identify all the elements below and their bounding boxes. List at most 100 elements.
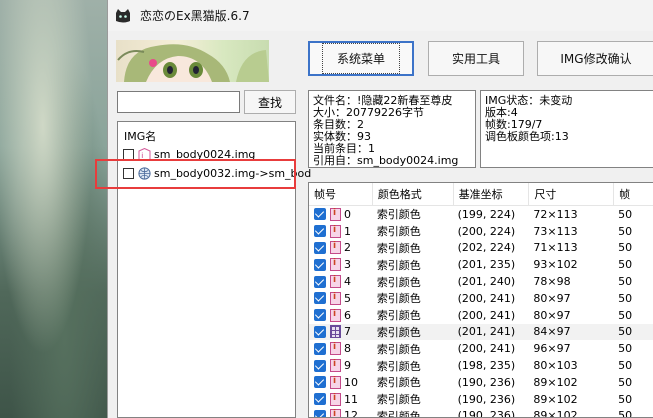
window-title: 恋恋のEx黑猫版.6.7 [140, 9, 250, 23]
table-row[interactable]: 3 索引颜色 (201, 235) 93×102 50 [309, 256, 653, 273]
format-cell: 索引颜色 [376, 225, 421, 239]
size-cell: 89×102 [533, 409, 578, 418]
format-cell: 索引颜色 [376, 208, 421, 222]
format-cell: 索引颜色 [376, 325, 421, 339]
extra-cell: 50 [618, 224, 633, 238]
link-globe-icon [138, 166, 151, 180]
frame-cell: 11 [309, 392, 373, 406]
img-confirm-button[interactable]: IMG修改确认 [537, 41, 653, 76]
table-row[interactable]: 1 索引颜色 (200, 224) 73×113 50 [309, 223, 653, 240]
size-cell: 89×102 [533, 392, 578, 406]
table-row[interactable]: 8 索引颜色 (200, 241) 96×97 50 [309, 340, 653, 357]
frame-index: 2 [344, 241, 351, 255]
system-menu-button[interactable]: 系统菜单 [308, 41, 414, 76]
frame-cell: 5 [309, 291, 373, 305]
coord-cell: (200, 224) [457, 224, 516, 238]
coord-cell: (190, 236) [457, 392, 516, 406]
table-header: 帧号 颜色格式 基准坐标 尺寸 帧 [309, 183, 653, 206]
frame-index: 1 [344, 224, 351, 238]
extra-cell: 50 [618, 258, 633, 272]
tools-button[interactable]: 实用工具 [428, 41, 524, 76]
table-row[interactable]: 9 索引颜色 (198, 235) 80×103 50 [309, 357, 653, 374]
frame-index: 11 [344, 392, 358, 406]
pink-badge-icon: i [138, 147, 151, 161]
table-row[interactable]: 6 索引颜色 (200, 241) 80×97 50 [309, 307, 653, 324]
search-input[interactable] [117, 91, 240, 113]
column-header-extra[interactable]: 帧 [614, 183, 653, 205]
format-cell: 索引颜色 [376, 275, 421, 289]
coord-cell: (190, 236) [457, 375, 516, 389]
table-row[interactable]: 4 索引颜色 (201, 240) 78×98 50 [309, 273, 653, 290]
row-checkbox[interactable] [314, 393, 326, 406]
img-list-panel[interactable]: IMG名 i sm_body0024.img sm_body0032.img->… [117, 121, 311, 418]
format-cell: 索引颜色 [376, 393, 421, 407]
format-cell: 索引颜色 [376, 359, 421, 373]
extra-cell: 50 [618, 409, 633, 418]
row-checkbox[interactable] [314, 325, 326, 338]
frame-table[interactable]: 帧号 颜色格式 基准坐标 尺寸 帧 0 索引颜色 (199, 224) 72×113 5… [308, 182, 653, 418]
row-checkbox[interactable] [314, 258, 326, 271]
extra-cell: 50 [618, 325, 633, 339]
row-checkbox[interactable] [314, 342, 326, 355]
index-icon [330, 359, 341, 373]
table-row[interactable]: 12 索引颜色 (190, 236) 89×102 50 [309, 408, 653, 418]
size-cell: 80×103 [533, 359, 578, 373]
app-window: 恋恋のEx黑猫版.6.7 系统菜单 实用工具 IMG修改确认 查找 IMG名 i… [95, 0, 653, 418]
row-checkbox[interactable] [314, 376, 326, 389]
extra-cell: 50 [618, 359, 633, 373]
table-row[interactable]: 0 索引颜色 (199, 224) 72×113 50 [309, 206, 653, 223]
table-row[interactable]: 11 索引颜色 (190, 236) 89×102 50 [309, 391, 653, 408]
format-cell: 索引颜色 [376, 376, 421, 390]
search-button[interactable]: 查找 [244, 90, 296, 114]
coord-cell: (190, 236) [457, 409, 516, 418]
extra-cell: 50 [618, 291, 633, 305]
table-row[interactable]: 10 索引颜色 (190, 236) 89×102 50 [309, 374, 653, 391]
coord-cell: (200, 241) [457, 308, 516, 322]
frame-index: 9 [344, 359, 351, 373]
frame-index: 4 [344, 275, 351, 289]
row-checkbox[interactable] [314, 275, 326, 288]
row-checkbox[interactable] [314, 409, 326, 417]
row-checkbox[interactable] [314, 241, 326, 254]
column-header-frame[interactable]: 帧号 [309, 183, 373, 205]
frame-cell: 7 [309, 325, 373, 339]
list-item[interactable]: i sm_body0024.img [123, 146, 255, 162]
index-icon [330, 258, 341, 272]
size-cell: 93×102 [533, 258, 578, 272]
frame-cell: 1 [309, 224, 373, 238]
row-checkbox[interactable] [314, 359, 326, 372]
img-status-panel: IMG状态：未变动 版本:4 帧数:179/7 调色板颜色项:13 [480, 90, 653, 168]
frame-cell: 4 [309, 275, 373, 289]
table-row[interactable]: 2 索引颜色 (202, 224) 71×113 50 [309, 240, 653, 257]
coord-cell: (201, 235) [457, 258, 516, 272]
img-checkbox[interactable] [123, 148, 134, 160]
index-icon [330, 207, 341, 221]
frame-index: 12 [344, 409, 358, 418]
extra-cell: 50 [618, 342, 633, 356]
frame-index: 5 [344, 291, 351, 305]
img-checkbox[interactable] [123, 167, 134, 179]
frame-index: 10 [344, 375, 358, 389]
frame-cell: 3 [309, 258, 373, 272]
row-checkbox[interactable] [314, 292, 326, 305]
list-item[interactable]: sm_body0032.img->sm_bod [123, 165, 311, 181]
row-checkbox[interactable] [314, 208, 326, 221]
size-cell: 80×97 [533, 291, 571, 305]
extra-cell: 50 [618, 275, 633, 289]
row-checkbox[interactable] [314, 309, 326, 322]
row-checkbox[interactable] [314, 225, 326, 238]
column-header-size[interactable]: 尺寸 [529, 183, 615, 205]
format-cell: 索引颜色 [376, 292, 421, 306]
index-icon [330, 224, 341, 238]
table-body: 0索引颜色(199, 224)72×113501 索引颜色 (200, 224) 7 3… [309, 206, 653, 418]
column-header-coord[interactable]: 基准坐标 [454, 183, 530, 205]
size-cell: 84×97 [533, 325, 571, 339]
table-row[interactable]: 5 索引颜色 (200, 241) 80×97 50 [309, 290, 653, 307]
frame-cell: 10 [309, 375, 373, 389]
index-icon [330, 375, 341, 389]
column-header-format[interactable]: 颜色格式 [373, 183, 454, 205]
frame-cell: 0 [309, 207, 373, 221]
table-row[interactable]: 7 索引颜色 (201, 241) 84×97 50 [309, 323, 653, 341]
character-banner-image [116, 40, 269, 82]
coord-cell: (198, 235) [457, 359, 516, 373]
